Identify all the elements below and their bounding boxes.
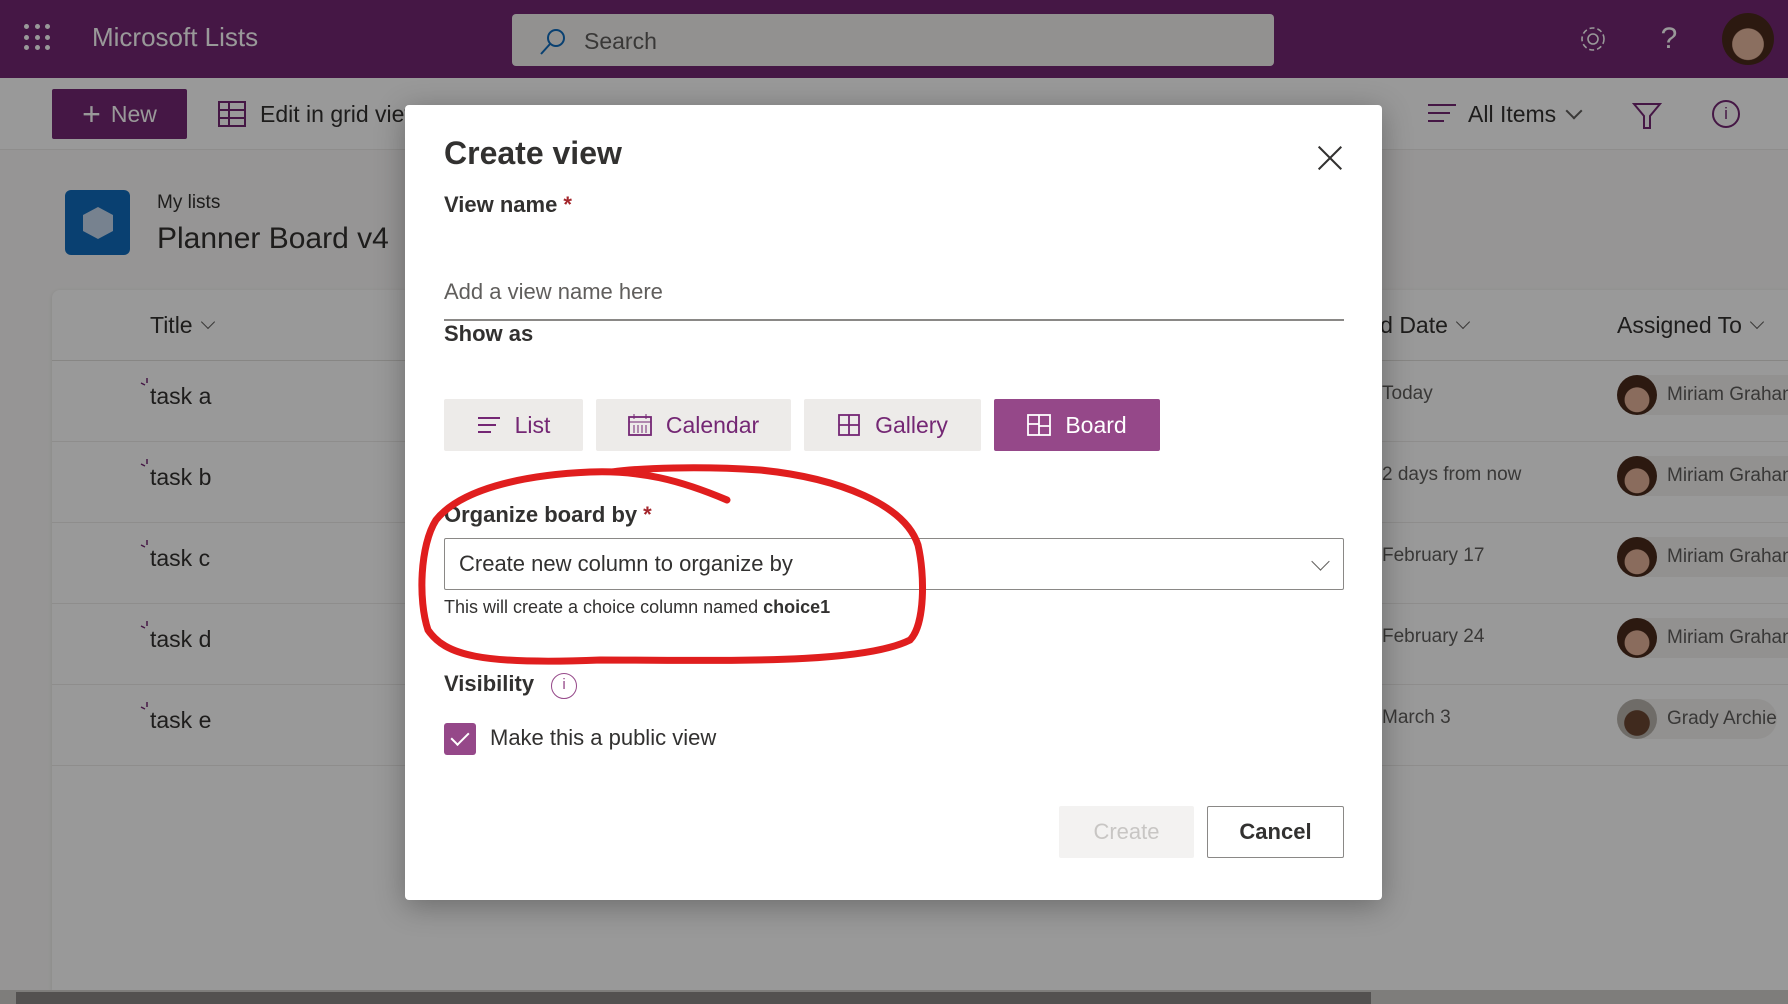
show-as-gallery-button[interactable]: Gallery — [804, 399, 981, 451]
gallery-icon — [838, 414, 860, 436]
view-name-label: View name * — [444, 192, 572, 217]
board-icon — [1027, 414, 1052, 436]
gallery-option-label: Gallery — [875, 411, 948, 438]
show-as-calendar-button[interactable]: Calendar — [596, 399, 791, 451]
list-icon — [477, 417, 500, 433]
show-as-label: Show as — [444, 321, 534, 346]
organize-board-by-dropdown[interactable]: Create new column to organize by — [444, 538, 1344, 590]
list-option-label: List — [514, 411, 551, 438]
show-as-board-button[interactable]: Board — [994, 399, 1160, 451]
chevron-down-icon — [1311, 552, 1330, 571]
cancel-button[interactable]: Cancel — [1207, 806, 1344, 858]
required-mark: * — [563, 192, 572, 217]
organize-board-by-value: Create new column to organize by — [459, 551, 793, 576]
calendar-icon — [627, 414, 652, 436]
info-icon[interactable]: i — [551, 673, 577, 699]
view-name-input[interactable] — [444, 265, 1344, 321]
choice-column-name: choice1 — [763, 597, 831, 617]
create-button[interactable]: Create — [1059, 806, 1194, 858]
create-view-dialog: Create view View name* Show as List Cale… — [405, 105, 1382, 900]
required-mark: * — [643, 502, 652, 527]
close-icon[interactable] — [1317, 145, 1343, 171]
organize-board-by-label: Organize board by * — [444, 502, 652, 527]
dialog-title: Create view — [444, 135, 622, 171]
board-option-label: Board — [1065, 411, 1127, 438]
public-view-label[interactable]: Make this a public view — [490, 725, 716, 751]
show-as-options: List Calendar Gallery Board — [444, 399, 1160, 451]
visibility-label: Visibility — [444, 671, 535, 696]
public-view-checkbox[interactable] — [444, 723, 476, 755]
calendar-option-label: Calendar — [665, 411, 760, 438]
show-as-list-button[interactable]: List — [444, 399, 583, 451]
choice-column-hint: This will create a choice column named c… — [444, 597, 831, 617]
